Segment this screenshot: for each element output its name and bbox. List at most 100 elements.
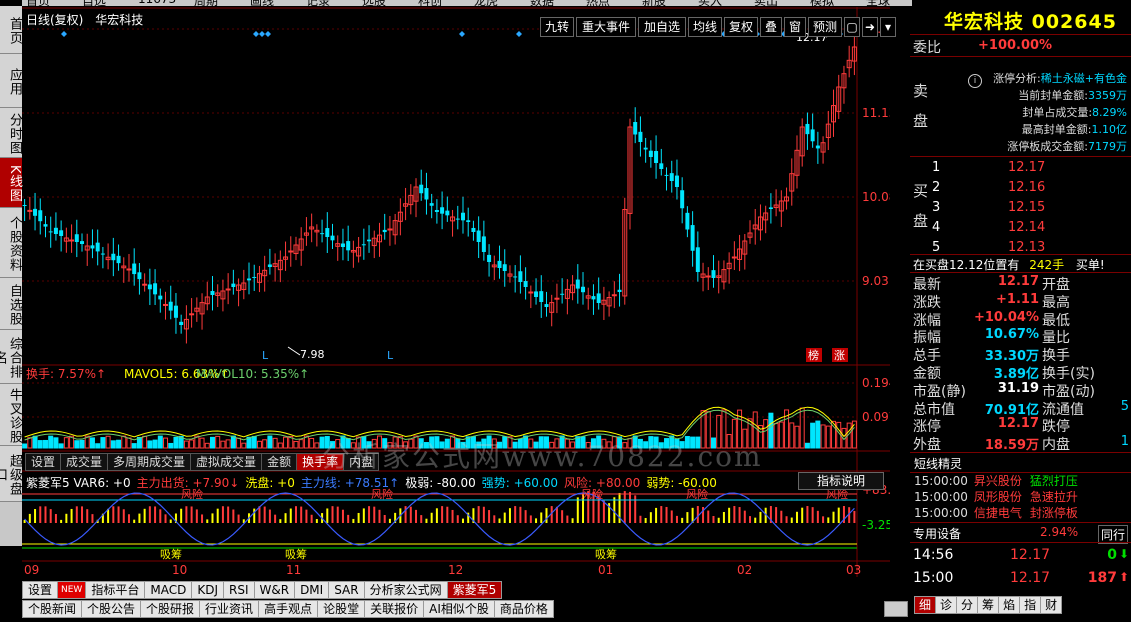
toolbar-button-6[interactable]: 窗: [784, 17, 806, 37]
top-menu-item[interactable]: 买入: [698, 0, 722, 6]
indicator-bar: [180, 508, 183, 523]
panel-tab-4[interactable]: 焰: [998, 596, 1021, 614]
news-tab-1[interactable]: 个股公告: [81, 600, 142, 618]
elf-row[interactable]: 15:00:00 昇兴股份 猛烈打压: [914, 473, 1131, 489]
toolbar-button-3[interactable]: 均线: [688, 17, 722, 37]
top-menu-item[interactable]: 选股: [362, 0, 386, 6]
vol-tab-4[interactable]: 金额: [261, 453, 298, 471]
news-tab-0[interactable]: 个股新闻: [22, 600, 83, 618]
up-arrow-icon: ⬆: [1118, 570, 1129, 584]
indicator-bar: [425, 518, 428, 523]
top-menu-item[interactable]: 画线: [250, 0, 274, 6]
news-tab-7[interactable]: AI相似个股: [423, 600, 495, 618]
indicator-tab-4[interactable]: KDJ: [191, 581, 224, 599]
indicator-help-button[interactable]: 指标说明: [798, 472, 884, 490]
top-menu-item[interactable]: 龙虎: [474, 0, 498, 6]
top-menu-item[interactable]: 周期: [194, 0, 218, 6]
toolbar-button-1[interactable]: 重大事件: [576, 17, 636, 37]
vol-tab-1[interactable]: 成交量: [60, 453, 109, 471]
indicator-tab-8[interactable]: SAR: [328, 581, 365, 599]
top-menu-item[interactable]: 11673: [138, 0, 176, 6]
indicator-bar: [331, 506, 334, 523]
candle-body: [815, 145, 820, 149]
indicator-bar: [613, 497, 616, 523]
news-tab-5[interactable]: 论股堂: [317, 600, 366, 618]
kline-chart-panel[interactable]: 12.1711.1310.089.030.1940.097+83.98-3.25…: [22, 7, 896, 577]
candle-body: [367, 239, 372, 242]
top-menu-item[interactable]: 热点: [586, 0, 610, 6]
toolbar-button-0[interactable]: 九转: [540, 17, 574, 37]
leftnav-8[interactable]: 超级盘口: [0, 446, 22, 502]
top-menu-item[interactable]: 新股: [642, 0, 666, 6]
bid-row[interactable]: 4 12.14: [910, 218, 1131, 238]
vol-tab-0[interactable]: 设置: [25, 453, 62, 471]
rectangle-icon[interactable]: ▢: [844, 17, 860, 37]
top-menu-item[interactable]: 自选: [82, 0, 106, 6]
legend-item-6: 风险: +80.00: [564, 476, 641, 490]
dropdown-icon[interactable]: ▾: [880, 17, 896, 37]
news-tab-2[interactable]: 个股研报: [140, 600, 201, 618]
leftnav-7[interactable]: 牛叉诊股: [0, 384, 22, 446]
scroll-handle-icon[interactable]: [884, 601, 908, 617]
bid-row[interactable]: 3 12.15: [910, 198, 1131, 218]
elf-row[interactable]: 15:00:00 凤形股份 急速拉升: [914, 489, 1131, 505]
top-menu-item[interactable]: 科创: [418, 0, 442, 6]
indicator-tab-6[interactable]: W&R: [253, 581, 296, 599]
toolbar-button-5[interactable]: 叠: [760, 17, 782, 37]
panel-tab-1[interactable]: 诊: [935, 596, 958, 614]
news-tab-6[interactable]: 关联报价: [364, 600, 425, 618]
leftnav-6[interactable]: 综合排名: [0, 330, 22, 384]
candle-body: [126, 268, 132, 271]
vol-tab-2[interactable]: 多周期成交量: [107, 453, 192, 471]
top-menu-item[interactable]: 数据: [530, 0, 554, 6]
panel-tab-2[interactable]: 分: [956, 596, 979, 614]
indicator-tab-2[interactable]: 指标平台: [85, 581, 146, 599]
news-tab-4[interactable]: 高手观点: [258, 600, 319, 618]
top-menu-item[interactable]: 全球: [866, 0, 890, 6]
indicator-tab-0[interactable]: 设置: [22, 581, 59, 599]
bid-row[interactable]: 2 12.16: [910, 178, 1131, 198]
volume-bar: [789, 422, 795, 449]
news-tab-8[interactable]: 商品价格: [493, 600, 554, 618]
elf-row[interactable]: 15:00:00 信捷电气 封涨停板: [914, 505, 1131, 521]
leftnav-1[interactable]: 应用: [0, 54, 22, 108]
indicator-tab-1[interactable]: NEW: [57, 581, 87, 599]
leftnav-3[interactable]: K线图: [0, 158, 22, 208]
leftnav-5[interactable]: 自选股: [0, 278, 22, 330]
top-menu-item[interactable]: 模拟: [810, 0, 834, 6]
leftnav-4[interactable]: 个股资料: [0, 208, 22, 278]
candle-body: [424, 188, 429, 200]
volume-bar: [256, 440, 262, 449]
mavol5-line: [24, 406, 855, 438]
panel-tab-6[interactable]: 财: [1040, 596, 1063, 614]
leftnav-0[interactable]: 首页: [0, 6, 22, 54]
news-tab-3[interactable]: 行业资讯: [199, 600, 260, 618]
indicator-bar: [493, 515, 496, 523]
panel-tab-5[interactable]: 指: [1019, 596, 1042, 614]
indicator-tab-5[interactable]: RSI: [223, 581, 255, 599]
indicator-tab-3[interactable]: MACD: [144, 581, 193, 599]
panel-tab-3[interactable]: 筹: [977, 596, 1000, 614]
toolbar-button-2[interactable]: 加自选: [638, 17, 686, 37]
exit-icon[interactable]: ➜: [862, 17, 878, 37]
indicator-tab-7[interactable]: DMI: [294, 581, 330, 599]
toolbar-button-4[interactable]: 复权: [724, 17, 758, 37]
vol-tab-3[interactable]: 虚拟成交量: [190, 453, 263, 471]
top-menu-item[interactable]: 记录: [306, 0, 330, 6]
bid-row[interactable]: 1 12.17: [910, 158, 1131, 178]
info-icon[interactable]: i: [968, 74, 982, 88]
top-menu-item[interactable]: 卖出: [754, 0, 778, 6]
panel-tab-0[interactable]: 细: [914, 596, 937, 614]
bid-row[interactable]: 5 12.13: [910, 238, 1131, 258]
diamond-marker-icon: [253, 31, 259, 37]
leftnav-2[interactable]: 分时图: [0, 108, 22, 158]
chart-canvas[interactable]: 12.1711.1310.089.030.1940.097+83.98-3.25…: [22, 7, 890, 577]
sector-row[interactable]: 专用设备 2.94% 同行: [910, 523, 1131, 544]
toolbar-button-7[interactable]: 预测: [808, 17, 842, 37]
ind-tick: -3.25: [862, 518, 890, 532]
indicator-tab-10[interactable]: 紫菱军5: [446, 581, 503, 599]
candle-body: [554, 297, 560, 300]
indicator-tab-9[interactable]: 分析家公式网: [363, 581, 448, 599]
top-menu-item[interactable]: 首页: [26, 0, 50, 6]
candle-body: [382, 229, 387, 233]
